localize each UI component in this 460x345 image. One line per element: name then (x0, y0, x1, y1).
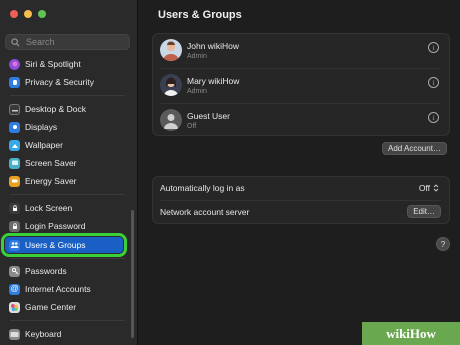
main-content: Users & Groups John wikiHow Admin i Mary… (138, 0, 460, 345)
auto-login-label: Automatically log in as (160, 183, 245, 193)
page-title: Users & Groups (158, 9, 242, 21)
info-icon[interactable]: i (428, 112, 439, 123)
sidebar-item-label: Siri & Spotlight (25, 59, 81, 69)
login-lock-icon (9, 220, 20, 232)
sidebar-item-energy-saver[interactable]: Energy Saver (5, 173, 123, 189)
auto-login-value: Off (418, 183, 430, 193)
sidebar-divider (10, 320, 125, 321)
sidebar-item-label: Login Password (25, 221, 86, 231)
sidebar-item-internet-accounts[interactable]: @ Internet Accounts (5, 281, 123, 297)
minimize-window-button[interactable] (24, 10, 32, 18)
at-icon: @ (9, 283, 20, 295)
sidebar-item-label: Privacy & Security (25, 77, 94, 87)
sidebar-item-label: Displays (25, 122, 58, 132)
screensaver-icon (9, 157, 20, 169)
sidebar-divider (10, 258, 125, 259)
user-role: Off (187, 123, 197, 130)
user-role: Admin (187, 88, 207, 95)
guest-avatar-icon (160, 109, 182, 131)
user-role: Admin (187, 53, 207, 60)
user-name: John wikiHow (187, 41, 239, 51)
add-account-button[interactable]: Add Account… (382, 142, 447, 155)
sidebar-item-displays[interactable]: Displays (5, 119, 123, 135)
sidebar-item-game-center[interactable]: Game Center (5, 299, 123, 315)
keyboard-icon (9, 328, 20, 340)
sun-icon (9, 121, 20, 133)
sidebar-item-label: Users & Groups (25, 240, 86, 250)
sidebar-item-label: Game Center (25, 302, 77, 312)
close-window-button[interactable] (10, 10, 18, 18)
user-name: Mary wikiHow (187, 76, 240, 86)
user-row-mary[interactable]: Mary wikiHow Admin i (153, 69, 449, 103)
search-field[interactable] (5, 34, 130, 50)
auto-login-select[interactable]: Off (419, 183, 439, 193)
row-divider (161, 200, 441, 201)
sidebar-item-users-groups[interactable]: Users & Groups (1, 233, 127, 257)
user-name: Guest User (187, 111, 230, 121)
help-button[interactable]: ? (436, 237, 450, 251)
search-icon (11, 37, 20, 46)
sidebar-item-wallpaper[interactable]: Wallpaper (5, 137, 123, 153)
info-icon[interactable]: i (428, 77, 439, 88)
sidebar-item-label: Wallpaper (25, 140, 63, 150)
info-icon[interactable]: i (428, 42, 439, 53)
key-icon (9, 265, 20, 277)
sidebar-item-privacy-security[interactable]: Privacy & Security (5, 74, 123, 90)
sidebar-item-desktop-dock[interactable]: Desktop & Dock (5, 101, 123, 117)
sidebar-item-label: Keyboard (25, 329, 62, 339)
sidebar-item-label: Screen Saver (25, 158, 77, 168)
watermark-part1: wiki (386, 325, 410, 341)
search-input[interactable] (24, 36, 128, 48)
users-icon (9, 239, 20, 251)
login-settings-panel: Automatically log in as Off Network acco… (152, 176, 450, 224)
window-controls (10, 10, 46, 18)
avatar (160, 39, 182, 61)
sidebar-item-label: Desktop & Dock (25, 104, 86, 114)
sidebar-item-keyboard[interactable]: Keyboard (5, 326, 123, 342)
sidebar-item-passwords[interactable]: Passwords (5, 263, 123, 279)
zoom-window-button[interactable] (38, 10, 46, 18)
sidebar-item-login-password[interactable]: Login Password (5, 218, 123, 234)
chevron-up-down-icon (433, 184, 439, 192)
watermark-part2: How (409, 325, 436, 341)
user-row-john[interactable]: John wikiHow Admin i (153, 34, 449, 68)
sidebar-item-screen-saver[interactable]: Screen Saver (5, 155, 123, 171)
siri-icon (9, 58, 20, 70)
wallpaper-icon (9, 139, 20, 151)
lock-icon (9, 202, 20, 214)
sidebar-divider (10, 95, 125, 96)
battery-icon (9, 175, 20, 187)
user-row-guest[interactable]: Guest User Off i (153, 104, 449, 138)
sidebar-item-label: Internet Accounts (25, 284, 91, 294)
sidebar: Siri & Spotlight Privacy & Security Desk… (0, 0, 138, 345)
hand-icon (9, 76, 20, 88)
users-list: John wikiHow Admin i Mary wikiHow Admin … (152, 33, 450, 136)
avatar (160, 74, 182, 96)
sidebar-scrollbar[interactable] (131, 210, 134, 338)
sidebar-divider (10, 194, 125, 195)
sidebar-item-label: Passwords (25, 266, 67, 276)
sidebar-item-siri-spotlight[interactable]: Siri & Spotlight (5, 56, 123, 72)
network-server-label: Network account server (160, 207, 250, 217)
sidebar-item-label: Lock Screen (25, 203, 73, 213)
wikihow-watermark: wiki How (362, 322, 460, 345)
game-center-icon (9, 301, 20, 313)
sidebar-item-label: Energy Saver (25, 176, 77, 186)
dock-icon (9, 103, 20, 115)
edit-button[interactable]: Edit… (407, 205, 441, 218)
sidebar-item-lock-screen[interactable]: Lock Screen (5, 200, 123, 216)
